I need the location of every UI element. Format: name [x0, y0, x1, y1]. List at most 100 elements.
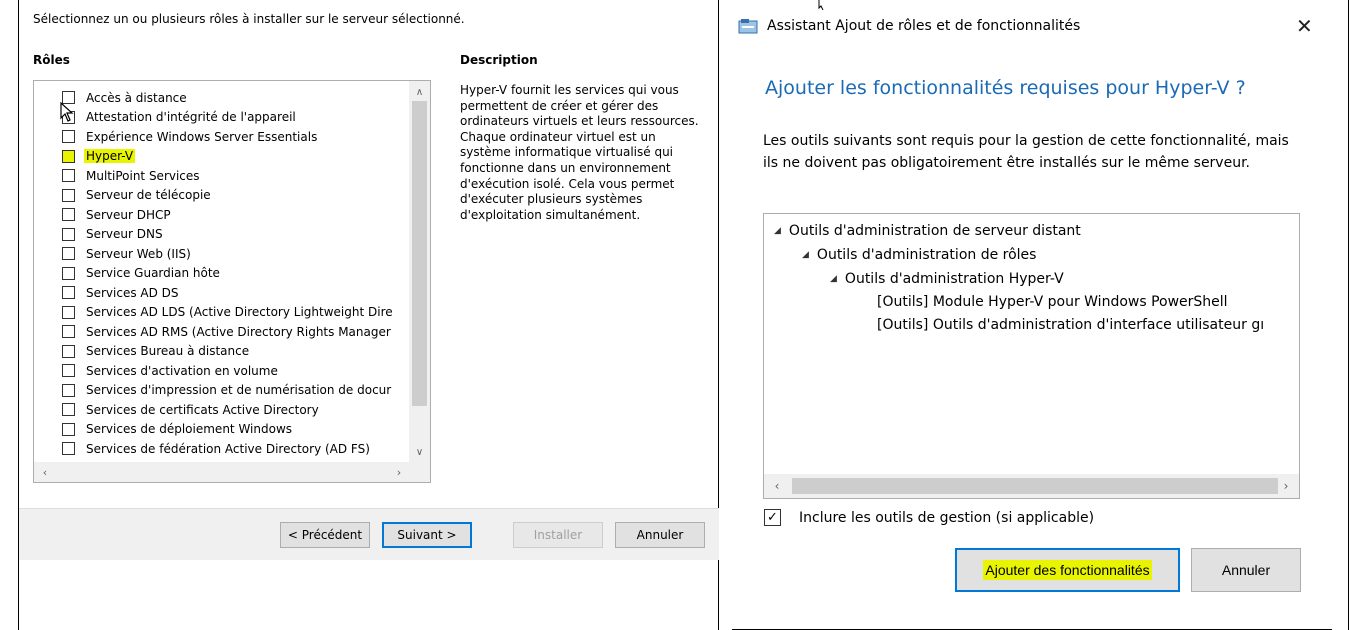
role-label: Services d'impression et de numérisation… — [86, 383, 392, 398]
expanded-triangle-icon[interactable]: ◢ — [830, 274, 837, 284]
dialog-titlebar: Assistant Ajout de rôles et de fonctionn… — [738, 14, 1080, 38]
tree-node-hyperv-admin-tools[interactable]: ◢ Outils d'administration Hyper-V — [830, 268, 1064, 290]
role-label: MultiPoint Services — [86, 168, 200, 183]
description-header: Description — [460, 53, 538, 67]
role-item[interactable]: Services d'activation en volume — [34, 361, 410, 381]
role-checkbox[interactable] — [62, 442, 75, 455]
role-checkbox[interactable] — [62, 422, 75, 436]
tree-horizontal-scrollbar[interactable]: ‹ › — [764, 474, 1299, 498]
scroll-down-icon[interactable]: ∨ — [409, 443, 430, 461]
install-button[interactable]: Installer — [513, 522, 603, 548]
role-label: Serveur DNS — [86, 227, 163, 242]
role-item[interactable]: Services d'impression et de numérisation… — [34, 381, 410, 401]
role-item[interactable]: Services de déploiement Windows — [34, 420, 410, 440]
role-checkbox[interactable] — [62, 364, 75, 377]
role-item[interactable]: MultiPoint Services — [34, 166, 410, 186]
role-item[interactable]: Expérience Windows Server Essentials — [34, 127, 410, 147]
dialog-explanation: Les outils suivants sont requis pour la … — [763, 133, 1289, 171]
role-label: Hyper-V — [84, 149, 136, 164]
next-button[interactable]: Suivant > — [382, 522, 472, 548]
role-label: Services Bureau à distance — [86, 344, 250, 359]
role-item[interactable]: Accès à distance — [34, 88, 410, 108]
scroll-left-icon[interactable]: ‹ — [766, 474, 788, 498]
role-label: Services AD RMS (Active Directory Rights… — [86, 324, 391, 339]
scroll-right-icon[interactable]: › — [1275, 474, 1297, 498]
scroll-right-icon[interactable]: › — [390, 462, 408, 482]
tree-node-role-admin-tools[interactable]: ◢ Outils d'administration de rôles — [802, 244, 1036, 266]
scroll-thumb[interactable] — [412, 101, 427, 406]
role-checkbox[interactable] — [62, 130, 75, 143]
add-features-label: Ajouter des fonctionnalités — [983, 560, 1152, 580]
expanded-triangle-icon[interactable]: ◢ — [802, 250, 809, 260]
cancel-button[interactable]: Annuler — [615, 522, 705, 548]
role-checkbox[interactable] — [62, 383, 75, 397]
role-item[interactable]: Serveur DNS — [34, 225, 410, 245]
role-label: Services AD LDS (Active Directory Lightw… — [86, 305, 393, 320]
expanded-triangle-icon[interactable]: ◢ — [774, 226, 781, 236]
mouse-pointer-icon — [818, 0, 824, 10]
role-checkbox[interactable] — [62, 169, 75, 182]
roles-vertical-scrollbar[interactable]: ∧ ∨ — [409, 81, 430, 463]
role-checkbox[interactable] — [62, 344, 75, 358]
role-checkbox[interactable] — [62, 208, 75, 221]
role-item[interactable]: Serveur Web (IIS) — [34, 244, 410, 264]
dialog-heading: Ajouter les fonctionnalités requises pou… — [765, 77, 1246, 99]
include-tools-checkbox[interactable]: ✓ — [764, 509, 781, 526]
features-tree[interactable]: ◢ Outils d'administration de serveur dis… — [763, 213, 1300, 499]
role-label: Services de fédération Active Directory … — [86, 441, 370, 456]
role-item[interactable]: Services de certificats Active Directory — [34, 400, 410, 420]
role-checkbox[interactable] — [62, 286, 75, 299]
role-item[interactable]: Serveur de télécopie — [34, 186, 410, 206]
scroll-up-icon[interactable]: ∧ — [409, 83, 430, 101]
role-item[interactable]: Services de fédération Active Directory … — [34, 439, 410, 459]
roles-horizontal-scrollbar[interactable]: ‹ › — [34, 462, 430, 482]
role-checkbox[interactable] — [62, 325, 75, 338]
scroll-left-icon[interactable]: ‹ — [36, 462, 54, 482]
tree-node-hyperv-powershell[interactable]: [Outils] Module Hyper-V pour Windows Pow… — [877, 291, 1228, 313]
role-label: Expérience Windows Server Essentials — [86, 129, 318, 144]
role-item[interactable]: Attestation d'intégrité de l'appareil — [34, 108, 410, 128]
role-checkbox[interactable] — [62, 149, 75, 163]
role-label: Services d'activation en volume — [86, 363, 278, 378]
roles-list: Accès à distance Attestation d'intégrité … — [34, 88, 410, 459]
role-checkbox[interactable] — [62, 266, 75, 280]
add-features-button[interactable]: Ajouter des fonctionnalités — [955, 548, 1180, 592]
tree-node-hyperv-gui-tools[interactable]: [Outils] Outils d'administration d'inter… — [877, 314, 1264, 336]
role-label: Services AD DS — [86, 285, 179, 300]
role-checkbox[interactable] — [62, 305, 75, 319]
role-item[interactable]: Serveur DHCP — [34, 205, 410, 225]
scroll-thumb[interactable] — [792, 478, 1278, 494]
include-tools-option[interactable]: ✓ Inclure les outils de gestion (si appl… — [764, 509, 1094, 526]
role-item[interactable]: Service Guardian hôte — [34, 264, 410, 284]
role-label: Services de déploiement Windows — [86, 422, 293, 437]
role-item[interactable]: Services AD LDS (Active Directory Lightw… — [34, 303, 410, 323]
role-checkbox[interactable] — [62, 188, 75, 202]
role-label: Services de certificats Active Directory — [86, 402, 319, 417]
role-label: Accès à distance — [86, 90, 187, 105]
mouse-pointer-icon — [60, 102, 74, 122]
role-checkbox[interactable] — [62, 227, 75, 241]
role-item[interactable]: Hyper-V — [34, 147, 410, 167]
roles-header: Rôles — [33, 53, 70, 67]
role-label: Serveur de télécopie — [86, 188, 211, 203]
dialog-cancel-button[interactable]: Annuler — [1191, 548, 1301, 592]
instruction-text: Sélectionnez un ou plusieurs rôles à ins… — [33, 12, 465, 26]
role-checkbox[interactable] — [62, 403, 75, 416]
include-tools-label: Inclure les outils de gestion (si applic… — [799, 509, 1095, 526]
dialog-title: Assistant Ajout de rôles et de fonctionn… — [767, 18, 1081, 34]
close-icon[interactable]: ✕ — [1296, 14, 1313, 38]
scrollbar-corner — [410, 462, 430, 482]
previous-button[interactable]: < Précédent — [280, 522, 370, 548]
role-item[interactable]: Services AD RMS (Active Directory Rights… — [34, 322, 410, 342]
role-label: Service Guardian hôte — [86, 266, 220, 281]
roles-list-box[interactable]: Accès à distance Attestation d'intégrité … — [33, 80, 431, 483]
role-label: Serveur Web (IIS) — [86, 246, 191, 261]
role-label: Attestation d'intégrité de l'appareil — [86, 110, 296, 125]
server-manager-icon — [738, 19, 758, 34]
role-description: Hyper-V fournit les services qui vous pe… — [460, 83, 699, 222]
tree-node-remote-admin-tools[interactable]: ◢ Outils d'administration de serveur dis… — [774, 220, 1081, 242]
role-label: Serveur DHCP — [86, 207, 171, 222]
role-checkbox[interactable] — [62, 247, 75, 260]
role-item[interactable]: Services Bureau à distance — [34, 342, 410, 362]
role-item[interactable]: Services AD DS — [34, 283, 410, 303]
